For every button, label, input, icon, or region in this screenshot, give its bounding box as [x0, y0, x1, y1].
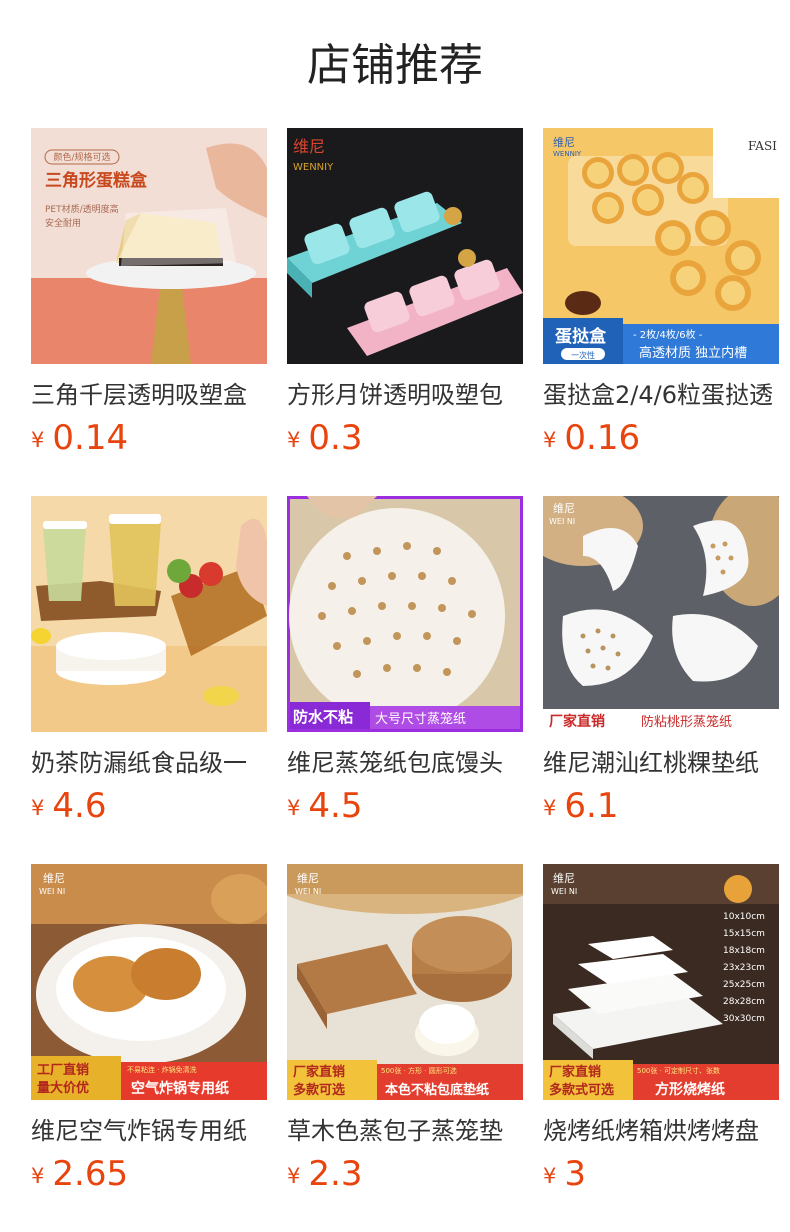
- price-value: 2.3: [308, 1154, 363, 1194]
- price-value: 3: [564, 1154, 587, 1194]
- image-caption: 防水不粘: [293, 708, 353, 726]
- image-caption: 蛋挞盒: [555, 326, 607, 347]
- image-caption: 大号尺寸蒸笼纸: [375, 711, 466, 727]
- price-value: 4.5: [308, 786, 363, 826]
- image-caption: 维尼: [553, 872, 575, 885]
- image-caption: 18x18cm: [723, 946, 765, 956]
- product-price: ¥0.16: [543, 418, 640, 458]
- currency-symbol: ¥: [31, 796, 45, 820]
- product-image[interactable]: 维尼 WEI NI 厂家直销 防粘桃形蒸笼纸: [543, 496, 779, 732]
- image-caption: 维尼: [293, 137, 325, 156]
- product-name[interactable]: 三角千层透明吸塑盒: [31, 378, 267, 412]
- image-caption: 多款可选: [293, 1082, 345, 1098]
- product-image[interactable]: FASI 维尼 WENNIY 蛋挞盒 一次性 - 2枚/4枚/6枚 - 高透材质…: [543, 128, 779, 364]
- image-caption: FASI: [748, 139, 777, 153]
- image-caption: 30x30cm: [723, 1014, 765, 1024]
- image-caption: 500张 · 方形 · 圆形可选: [381, 1066, 457, 1075]
- image-caption: 维尼: [553, 502, 575, 515]
- image-caption: 量大价优: [37, 1080, 89, 1096]
- product-name[interactable]: 维尼潮汕红桃粿垫纸: [543, 746, 779, 780]
- product-price: ¥6.1: [543, 786, 618, 826]
- image-caption: 防粘桃形蒸笼纸: [641, 714, 732, 730]
- image-caption: WEI NI: [39, 887, 65, 896]
- product-name[interactable]: 方形月饼透明吸塑包: [287, 378, 523, 412]
- image-caption: 厂家直销: [549, 1064, 601, 1080]
- image-caption: 厂家直销: [549, 713, 605, 730]
- price-value: 0.14: [52, 418, 129, 458]
- image-caption: 安全耐用: [45, 217, 81, 229]
- currency-symbol: ¥: [543, 1164, 557, 1188]
- currency-symbol: ¥: [287, 428, 301, 452]
- image-caption: 厂家直销: [293, 1064, 345, 1080]
- product-card[interactable]: 维尼 WENNIY 方形月饼透明吸塑包 ¥0.3: [287, 128, 523, 468]
- product-card[interactable]: FASI 维尼 WENNIY 蛋挞盒 一次性 - 2枚/4枚/6枚 - 高透材质…: [543, 128, 779, 468]
- currency-symbol: ¥: [543, 428, 557, 452]
- page-title: 店铺推荐: [307, 40, 483, 91]
- image-caption: 500张 · 可定制尺寸、张数: [637, 1066, 720, 1075]
- product-image[interactable]: 维尼 WEI NI 工厂直销 量大价优 不易粘连 · 炸锅免清洗 空气炸锅专用纸: [31, 864, 267, 1100]
- image-caption: 不易粘连 · 炸锅免清洗: [127, 1065, 197, 1074]
- image-caption: 维尼: [553, 136, 575, 149]
- product-name[interactable]: 维尼蒸笼纸包底馒头: [287, 746, 523, 780]
- product-image[interactable]: 维尼 WENNIY: [287, 128, 523, 364]
- product-image[interactable]: 颜色/规格可选 三角形蛋糕盒 PET材质/透明度高 安全耐用: [31, 128, 267, 364]
- product-name[interactable]: 草木色蒸包子蒸笼垫: [287, 1114, 523, 1148]
- product-image[interactable]: 防水不粘 大号尺寸蒸笼纸: [287, 496, 523, 732]
- price-value: 0.16: [564, 418, 641, 458]
- product-card[interactable]: 维尼 WEI NI 工厂直销 量大价优 不易粘连 · 炸锅免清洗 空气炸锅专用纸…: [31, 864, 267, 1204]
- image-caption: 空气炸锅专用纸: [131, 1080, 229, 1097]
- product-price: ¥4.6: [31, 786, 106, 826]
- image-caption: WEI NI: [551, 887, 577, 896]
- currency-symbol: ¥: [287, 1164, 301, 1188]
- product-price: ¥0.3: [287, 418, 362, 458]
- image-caption: WEI NI: [295, 887, 321, 896]
- image-caption: 10x10cm: [723, 912, 765, 922]
- product-card[interactable]: 维尼 WEI NI 10x10cm 15x15cm 18x18cm 23x23c…: [543, 864, 779, 1204]
- image-caption: PET材质/透明度高: [45, 203, 119, 215]
- product-image[interactable]: 维尼 WEI NI 厂家直销 多款可选 500张 · 方形 · 圆形可选 本色不…: [287, 864, 523, 1100]
- product-card[interactable]: 防水不粘 大号尺寸蒸笼纸 维尼蒸笼纸包底馒头 ¥4.5: [287, 496, 523, 836]
- product-card[interactable]: 维尼 WEI NI 厂家直销 防粘桃形蒸笼纸 维尼潮汕红桃粿垫纸 ¥6.1: [543, 496, 779, 836]
- price-value: 2.65: [52, 1154, 129, 1194]
- product-price: ¥3: [543, 1154, 586, 1194]
- currency-symbol: ¥: [31, 428, 45, 452]
- image-caption: - 2枚/4枚/6枚 -: [633, 328, 703, 341]
- image-caption: 颜色/规格可选: [53, 151, 110, 163]
- image-caption: WEI NI: [549, 517, 575, 526]
- price-value: 4.6: [52, 786, 107, 826]
- image-caption: 本色不粘包底垫纸: [385, 1082, 489, 1098]
- price-value: 0.3: [308, 418, 363, 458]
- product-image[interactable]: [31, 496, 267, 732]
- currency-symbol: ¥: [287, 796, 301, 820]
- image-caption: 工厂直销: [37, 1062, 89, 1078]
- product-name[interactable]: 烧烤纸烤箱烘烤烤盘: [543, 1114, 779, 1148]
- image-caption: 维尼: [297, 872, 319, 885]
- image-caption: 一次性: [571, 350, 595, 360]
- product-image[interactable]: 维尼 WEI NI 10x10cm 15x15cm 18x18cm 23x23c…: [543, 864, 779, 1100]
- image-caption: 高透材质 独立内槽: [639, 345, 747, 361]
- product-card[interactable]: 维尼 WEI NI 厂家直销 多款可选 500张 · 方形 · 圆形可选 本色不…: [287, 864, 523, 1204]
- image-caption: 多款式可选: [549, 1082, 614, 1098]
- product-name[interactable]: 维尼空气炸锅专用纸: [31, 1114, 267, 1148]
- image-caption: 三角形蛋糕盒: [45, 170, 148, 191]
- currency-symbol: ¥: [31, 1164, 45, 1188]
- product-price: ¥0.14: [31, 418, 128, 458]
- image-caption: 维尼: [43, 872, 65, 885]
- product-card[interactable]: 奶茶防漏纸食品级一 ¥4.6: [31, 496, 267, 836]
- product-price: ¥4.5: [287, 786, 362, 826]
- currency-symbol: ¥: [543, 796, 557, 820]
- product-card[interactable]: 颜色/规格可选 三角形蛋糕盒 PET材质/透明度高 安全耐用 三角千层透明吸塑盒…: [31, 128, 267, 468]
- price-value: 6.1: [564, 786, 619, 826]
- product-price: ¥2.3: [287, 1154, 362, 1194]
- image-caption: 25x25cm: [723, 980, 765, 990]
- image-caption: 28x28cm: [723, 997, 765, 1007]
- product-name[interactable]: 奶茶防漏纸食品级一: [31, 746, 267, 780]
- image-caption: 15x15cm: [723, 929, 765, 939]
- image-caption: 23x23cm: [723, 963, 765, 973]
- image-caption: WENNIY: [293, 162, 334, 173]
- product-price: ¥2.65: [31, 1154, 128, 1194]
- image-caption: 方形烧烤纸: [655, 1081, 725, 1098]
- product-name[interactable]: 蛋挞盒2/4/6粒蛋挞透: [543, 378, 779, 412]
